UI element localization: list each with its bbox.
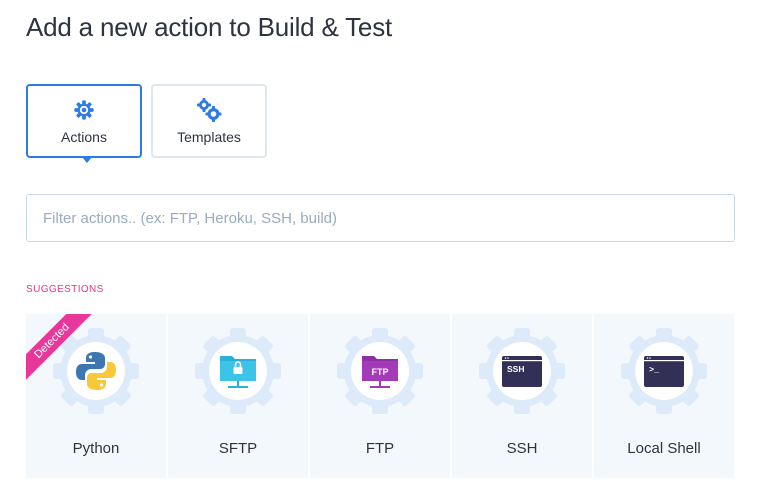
local-shell-terminal-icon: >_ — [644, 356, 684, 387]
ssh-terminal-icon: SSH — [502, 356, 542, 387]
page-title: Add a new action to Build & Test — [26, 12, 393, 42]
svg-text:SSH: SSH — [507, 364, 524, 374]
svg-text:FTP: FTP — [372, 367, 389, 377]
gears-icon — [196, 97, 222, 123]
suggestion-card-sftp[interactable]: SFTP — [168, 314, 308, 478]
tab-templates-label: Templates — [177, 129, 241, 145]
card-gear-background — [53, 328, 139, 414]
suggestion-card-ftp[interactable]: FTP FTP — [310, 314, 450, 478]
suggestion-label: Python — [72, 440, 120, 457]
card-gear-background: >_ — [621, 328, 707, 414]
suggestion-card-local-shell[interactable]: >_ Local Shell — [594, 314, 734, 478]
tab-actions-label: Actions — [61, 129, 107, 145]
suggestion-label: Local Shell — [627, 440, 701, 457]
filter-actions-input[interactable] — [26, 194, 735, 242]
gear-icon — [73, 97, 95, 123]
card-gear-background: FTP — [337, 328, 423, 414]
suggestions-heading: SUGGESTIONS — [26, 284, 104, 295]
suggestion-label: FTP — [365, 440, 395, 457]
suggestion-card-python[interactable]: Detected Python — [26, 314, 166, 478]
suggestion-label: SSH — [506, 440, 538, 457]
tab-templates[interactable]: Templates — [151, 84, 267, 158]
suggestion-card-ssh[interactable]: SSH SSH — [452, 314, 592, 478]
suggestion-label: SFTP — [218, 440, 258, 457]
card-gear-background — [195, 328, 281, 414]
suggestions-grid: Detected Python SFTP FTP FTP SSH SSH >_ … — [26, 314, 734, 478]
tab-actions[interactable]: Actions — [26, 84, 142, 163]
card-gear-background: SSH — [479, 328, 565, 414]
svg-text:>_: >_ — [649, 365, 660, 375]
action-type-tabs: Actions Templates — [26, 84, 267, 163]
